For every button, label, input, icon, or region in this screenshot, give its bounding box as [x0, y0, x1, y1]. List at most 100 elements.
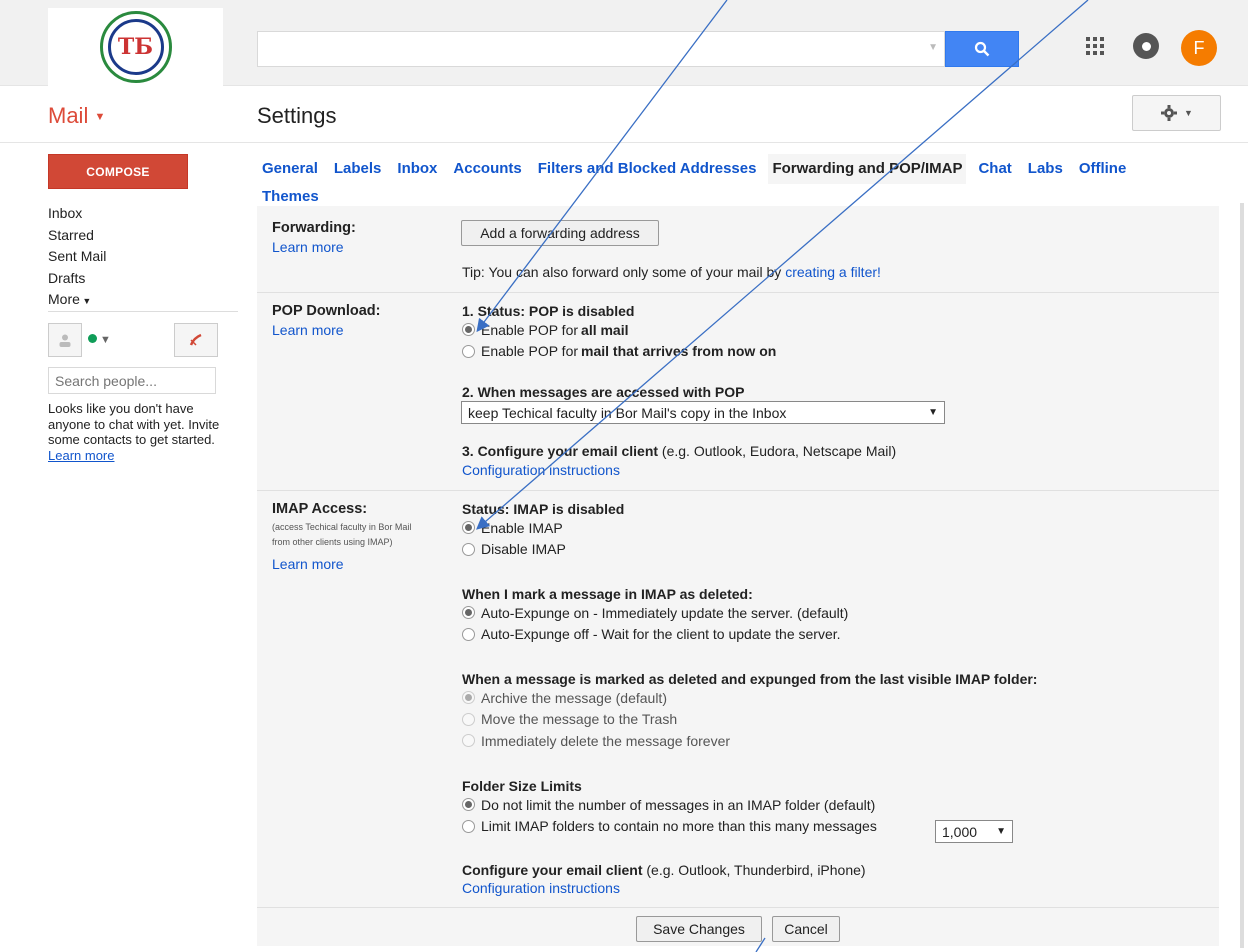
chevron-down-icon: ▼	[94, 111, 106, 124]
tab-chat[interactable]: Chat	[974, 154, 1015, 184]
search-icon	[974, 41, 990, 57]
section-divider	[257, 490, 1219, 491]
delete-forever-radio[interactable]: Immediately delete the message forever	[462, 730, 1037, 752]
folder-limit-select[interactable]: 1,000 ▼	[935, 820, 1013, 843]
tab-labels[interactable]: Labels	[330, 154, 386, 184]
auto-expunge-on-radio[interactable]: Auto-Expunge on - Immediately update the…	[462, 602, 848, 624]
pop-step2-heading: 2. When messages are accessed with POP	[462, 384, 744, 400]
tab-labs[interactable]: Labs	[1024, 154, 1067, 184]
nav-more-label: More	[48, 291, 80, 307]
imap-status: Status: IMAP is disabled Enable IMAP Dis…	[462, 501, 624, 560]
imap-enable-text: Enable IMAP	[481, 519, 563, 536]
tab-offline[interactable]: Offline	[1075, 154, 1131, 184]
folder-size-heading: Folder Size Limits	[462, 778, 582, 794]
folder-size-group: Folder Size Limits Do not limit the numb…	[462, 778, 877, 837]
create-filter-link[interactable]: creating a filter!	[785, 264, 881, 280]
tab-inbox[interactable]: Inbox	[393, 154, 441, 184]
chevron-down-icon: ▼	[79, 296, 92, 306]
pop-opt2-bold: mail that arrives from now on	[581, 343, 777, 360]
compose-button[interactable]: COMPOSE	[48, 154, 188, 189]
tab-forwarding-pop-imap[interactable]: Forwarding and POP/IMAP	[768, 154, 967, 184]
imap-disable-radio[interactable]: Disable IMAP	[462, 539, 624, 561]
sidebar-divider	[48, 311, 238, 312]
search-options-icon[interactable]: ▼	[928, 42, 938, 53]
app-switcher[interactable]: Mail ▼	[48, 103, 105, 129]
pop-step2-text: 2. When messages are accessed with POP	[462, 384, 745, 400]
add-forwarding-address-button[interactable]: Add a forwarding address	[461, 220, 659, 246]
nav-sent-mail[interactable]: Sent Mail	[48, 246, 106, 268]
imap-status-heading: Status: IMAP is disabled	[462, 501, 625, 517]
nav-drafts[interactable]: Drafts	[48, 268, 106, 290]
archive-message-radio[interactable]: Archive the message (default)	[462, 687, 1037, 709]
pop-status: 1. Status: POP is disabled Enable POP fo…	[462, 303, 776, 362]
expunge-on-text: Auto-Expunge on - Immediately update the…	[481, 604, 849, 621]
imap-deleted-heading: When I mark a message in IMAP as deleted…	[462, 586, 753, 602]
nav-more[interactable]: More ▼	[48, 289, 106, 313]
pop-config-instructions-link[interactable]: Configuration instructions	[462, 462, 620, 478]
search-input[interactable]: ▼	[257, 31, 945, 67]
archive-text: Archive the message (default)	[481, 689, 667, 706]
pop-step3-rest: (e.g. Outlook, Eudora, Netscape Mail)	[658, 443, 897, 459]
pop-learn-more-link[interactable]: Learn more	[272, 322, 344, 338]
forwarding-learn-more-link[interactable]: Learn more	[272, 239, 344, 255]
no-limit-radio[interactable]: Do not limit the number of messages in a…	[462, 794, 877, 816]
search-button[interactable]	[945, 31, 1019, 67]
forwarding-label: Forwarding:	[272, 220, 356, 236]
chat-learn-more-link[interactable]: Learn more	[48, 448, 114, 463]
cancel-button[interactable]: Cancel	[772, 916, 840, 942]
tab-filters[interactable]: Filters and Blocked Addresses	[534, 154, 761, 184]
folder-limit-value: 1,000	[942, 823, 978, 840]
limit-folders-radio[interactable]: Limit IMAP folders to contain no more th…	[462, 816, 877, 838]
imap-disable-text: Disable IMAP	[481, 541, 566, 558]
pop-enable-new-radio[interactable]: Enable POP for mail that arrives from no…	[462, 341, 776, 363]
auto-expunge-off-radio[interactable]: Auto-Expunge off - Wait for the client t…	[462, 624, 848, 646]
section-divider	[257, 292, 1219, 293]
pop-opt2-text: Enable POP for	[481, 343, 579, 360]
phone-icon[interactable]	[174, 323, 218, 357]
search-people-input[interactable]	[48, 367, 216, 394]
save-changes-button[interactable]: Save Changes	[636, 916, 762, 942]
forwarding-tip: Tip: You can also forward only some of y…	[462, 264, 881, 280]
tab-accounts[interactable]: Accounts	[449, 154, 525, 184]
header-divider	[0, 142, 1248, 143]
chat-empty-text: Looks like you don't have anyone to chat…	[48, 401, 220, 447]
dropdown-arrow-icon: ▼	[996, 826, 1006, 837]
settings-gear-button[interactable]: ▼	[1132, 95, 1221, 131]
app-label: Mail	[48, 103, 89, 128]
expunge-off-text: Auto-Expunge off - Wait for the client t…	[481, 626, 841, 643]
org-logo[interactable]: ТБ	[48, 8, 223, 86]
pop-status-heading: 1. Status: POP is disabled	[462, 303, 635, 319]
apps-grid-icon[interactable]	[1086, 37, 1104, 55]
page-scrollbar[interactable]	[1240, 203, 1244, 948]
imap-expunged-heading: When a message is marked as deleted and …	[462, 671, 1038, 687]
imap-learn-more-link[interactable]: Learn more	[272, 556, 344, 572]
mail-nav: Inbox Starred Sent Mail Drafts More ▼	[48, 203, 106, 313]
imap-label: IMAP Access:	[272, 501, 368, 517]
account-avatar[interactable]: F	[1181, 30, 1217, 66]
tab-general[interactable]: General	[258, 154, 322, 184]
imap-config-bold: Configure your email client	[462, 862, 643, 878]
pop-enable-all-radio[interactable]: Enable POP for all mail	[462, 319, 776, 341]
imap-config-rest: (e.g. Outlook, Thunderbird, iPhone)	[642, 862, 866, 878]
move-to-trash-radio[interactable]: Move the message to the Trash	[462, 709, 1037, 731]
logo-mark: ТБ	[107, 19, 164, 75]
pop-opt1-text: Enable POP for	[481, 321, 579, 338]
presence-status-dropdown[interactable]: ▼	[88, 334, 111, 346]
pop-opt1-bold: all mail	[581, 321, 629, 338]
imap-config-instructions-link[interactable]: Configuration instructions	[462, 880, 620, 896]
pop-step3-bold: 3. Configure your email client	[462, 443, 659, 459]
pop-label: POP Download:	[272, 303, 381, 319]
imap-enable-radio[interactable]: Enable IMAP	[462, 517, 624, 539]
settings-panel: Forwarding: Learn more Add a forwarding …	[257, 206, 1219, 946]
nav-starred[interactable]: Starred	[48, 225, 106, 247]
nav-inbox[interactable]: Inbox	[48, 203, 106, 225]
online-status-icon	[88, 334, 97, 343]
trash-text: Move the message to the Trash	[481, 711, 678, 728]
imap-sublabel: (access Techical faculty in Bor Mail fro…	[272, 522, 412, 547]
imap-deleted-group: When I mark a message in IMAP as deleted…	[462, 586, 848, 645]
person-icon[interactable]	[48, 323, 82, 357]
footer-divider	[257, 907, 1219, 908]
notifications-icon[interactable]	[1133, 33, 1159, 59]
page-title: Settings	[257, 103, 337, 128]
pop-action-select[interactable]: keep Techical faculty in Bor Mail's copy…	[461, 401, 945, 424]
